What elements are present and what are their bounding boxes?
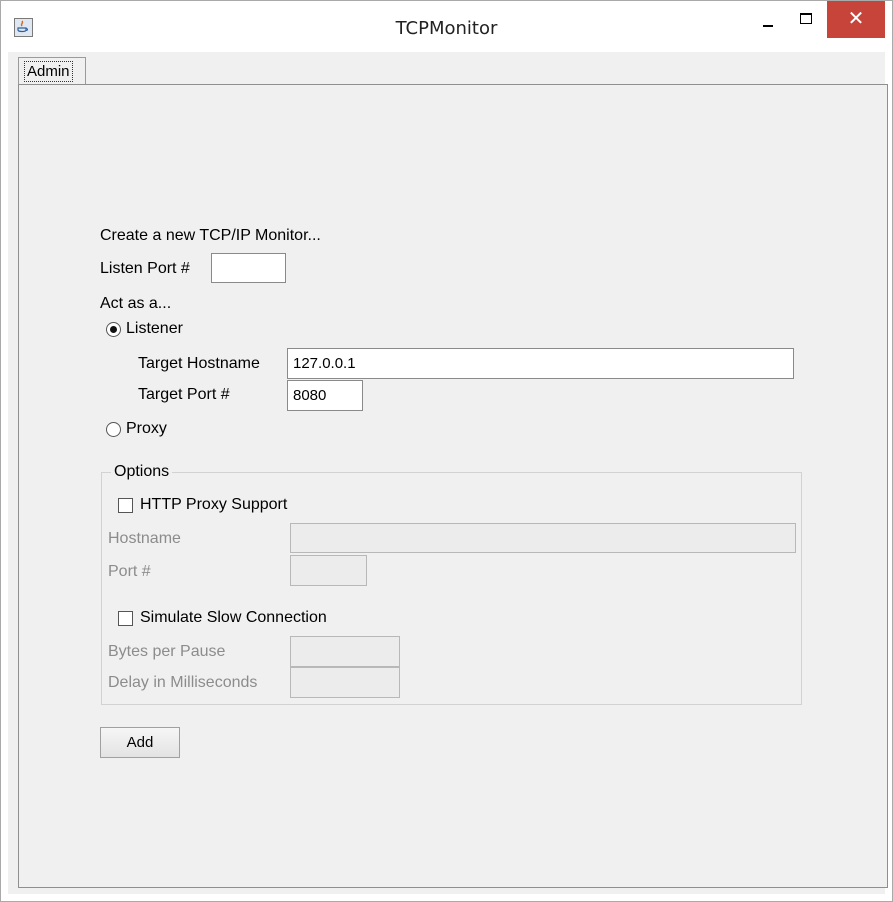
proxy-radio[interactable] <box>106 422 121 437</box>
bytes-per-pause-label: Bytes per Pause <box>108 643 226 660</box>
slow-connection-label: Simulate Slow Connection <box>140 609 327 626</box>
listen-port-field[interactable] <box>211 253 286 283</box>
add-button[interactable]: Add <box>100 727 180 758</box>
delay-field[interactable] <box>290 667 400 698</box>
target-hostname-field[interactable]: 127.0.0.1 <box>287 348 794 379</box>
listener-radio[interactable] <box>106 322 121 337</box>
proxy-port-label: Port # <box>108 563 151 580</box>
options-legend: Options <box>111 462 173 482</box>
listen-port-label: Listen Port # <box>100 260 190 277</box>
proxy-port-field[interactable] <box>290 555 367 586</box>
proxy-hostname-field[interactable] <box>290 523 796 553</box>
bytes-per-pause-field[interactable] <box>290 636 400 667</box>
target-port-label: Target Port # <box>138 386 230 403</box>
title-bar[interactable]: TCPMonitor ✕ <box>0 0 893 52</box>
slow-connection-checkbox[interactable] <box>118 611 133 626</box>
target-hostname-label: Target Hostname <box>138 355 260 372</box>
maximize-icon[interactable] <box>789 6 825 36</box>
target-port-field[interactable]: 8080 <box>287 380 363 411</box>
http-proxy-label: HTTP Proxy Support <box>140 496 288 513</box>
tab-admin-label: Admin <box>24 61 73 82</box>
close-icon[interactable]: ✕ <box>827 1 885 38</box>
listener-label: Listener <box>126 320 183 337</box>
proxy-hostname-label: Hostname <box>108 530 181 547</box>
proxy-label: Proxy <box>126 420 167 437</box>
delay-label: Delay in Milliseconds <box>108 674 258 691</box>
act-as-label: Act as a... <box>100 295 172 312</box>
minimize-icon[interactable] <box>750 6 786 36</box>
tab-admin[interactable]: Admin <box>18 57 86 85</box>
form-heading: Create a new TCP/IP Monitor... <box>100 227 321 244</box>
http-proxy-checkbox[interactable] <box>118 498 133 513</box>
